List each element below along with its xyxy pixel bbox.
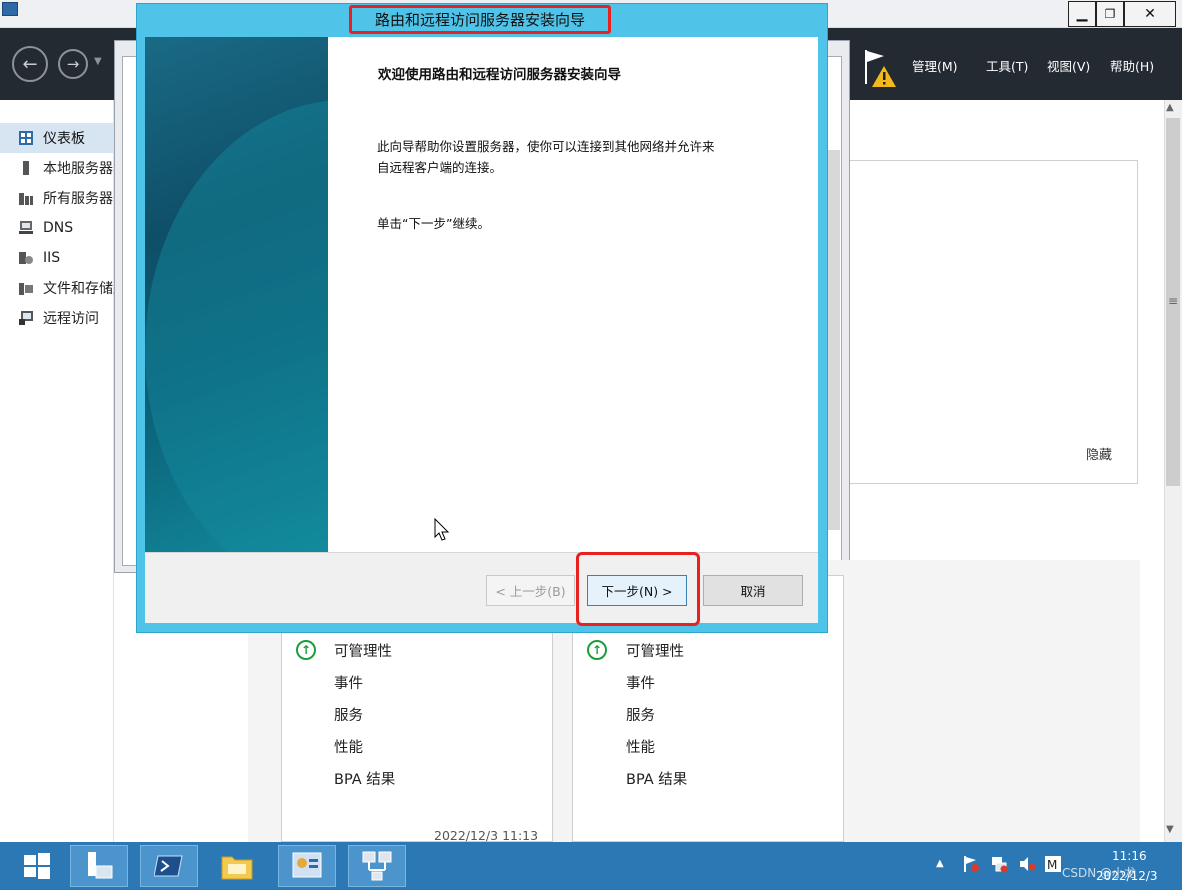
local-server-icon bbox=[23, 161, 29, 175]
svg-text:M: M bbox=[1047, 858, 1057, 872]
scroll-up-icon[interactable]: ▲ bbox=[1166, 102, 1174, 113]
taskbar-powershell[interactable] bbox=[140, 845, 198, 887]
sidebar-item-file-storage[interactable]: 文件和存储服务 bbox=[0, 273, 114, 303]
minimize-button[interactable]: ▁ bbox=[1068, 1, 1096, 27]
hide-welcome-link[interactable]: 隐藏 bbox=[1086, 444, 1112, 463]
tile-row-manageability[interactable]: 可管理性 bbox=[626, 640, 684, 661]
menu-view[interactable]: 视图(V) bbox=[1047, 56, 1090, 75]
forward-arrow-icon[interactable]: → bbox=[58, 49, 88, 79]
start-button[interactable] bbox=[8, 845, 66, 887]
tile-row-services[interactable]: 服务 bbox=[626, 704, 655, 725]
status-ok-icon: ↑ bbox=[587, 640, 607, 660]
scrollbar-grip-icon: ≡ bbox=[1168, 294, 1179, 308]
dns-icon bbox=[19, 221, 33, 234]
control-panel-icon bbox=[292, 852, 322, 878]
input-method-icon[interactable]: M bbox=[1044, 855, 1062, 873]
all-servers-icon bbox=[19, 193, 33, 205]
wizard-heading: 欢迎使用路由和远程访问服务器安装向导 bbox=[378, 67, 621, 83]
menu-help[interactable]: 帮助(H) bbox=[1110, 56, 1154, 75]
next-button-highlight bbox=[576, 552, 700, 626]
sidebar-item-all-servers[interactable]: 所有服务器 bbox=[0, 183, 114, 213]
sidebar-item-local-server[interactable]: 本地服务器 bbox=[0, 153, 114, 183]
sidebar-item-label: DNS bbox=[43, 220, 74, 236]
sidebar-item-iis[interactable]: IIS bbox=[0, 243, 114, 273]
tile-row-manageability[interactable]: 可管理性 bbox=[334, 640, 392, 661]
folder-icon bbox=[221, 856, 253, 880]
remote-access-icon bbox=[19, 311, 33, 325]
dialog-title: 路由和远程访问服务器安装向导 bbox=[349, 5, 611, 34]
tile-row-performance[interactable]: 性能 bbox=[626, 736, 655, 757]
tile-row-bpa-results[interactable]: BPA 结果 bbox=[626, 768, 687, 789]
status-ok-icon: ↑ bbox=[296, 640, 316, 660]
tile-timestamp: 2022/12/3 11:13 bbox=[434, 828, 539, 843]
taskbar-control-panel[interactable] bbox=[278, 845, 336, 887]
windows-logo-icon bbox=[24, 853, 50, 879]
dashboard-icon bbox=[19, 131, 33, 145]
action-center-flag-icon[interactable] bbox=[962, 855, 980, 873]
menu-manage[interactable]: 管理(M) bbox=[912, 56, 958, 75]
network-icon[interactable] bbox=[990, 855, 1008, 873]
back-arrow-icon[interactable]: ← bbox=[12, 46, 48, 82]
network-computers-icon bbox=[362, 851, 392, 881]
back-button[interactable]: < 上一步(B) bbox=[486, 575, 575, 606]
sidebar-item-dns[interactable]: DNS bbox=[0, 213, 114, 243]
menu-tools[interactable]: 工具(T) bbox=[986, 56, 1028, 75]
clock-date[interactable]: 2022/12/3 bbox=[1096, 869, 1158, 883]
sidebar-item-label: 远程访问 bbox=[43, 311, 99, 327]
tile-row-events[interactable]: 事件 bbox=[334, 672, 363, 693]
clock-time[interactable]: 11:16 bbox=[1112, 849, 1147, 863]
powershell-icon bbox=[154, 855, 183, 877]
sidebar-item-label: 仪表板 bbox=[43, 131, 85, 147]
taskbar-file-explorer[interactable] bbox=[208, 845, 266, 887]
taskbar-server-manager[interactable] bbox=[70, 845, 128, 887]
history-dropdown-icon[interactable]: ▼ bbox=[94, 56, 102, 67]
tile-row-performance[interactable]: 性能 bbox=[334, 736, 363, 757]
iis-icon bbox=[19, 252, 33, 264]
mouse-cursor-icon bbox=[434, 518, 450, 541]
maximize-button[interactable]: ❐ bbox=[1096, 1, 1124, 27]
tile-row-bpa-results[interactable]: BPA 结果 bbox=[334, 768, 395, 789]
file-storage-icon bbox=[19, 283, 33, 295]
sidebar-item-label: IIS bbox=[43, 250, 61, 266]
tile-row-events[interactable]: 事件 bbox=[626, 672, 655, 693]
cancel-button[interactable]: 取消 bbox=[703, 575, 803, 606]
tile-row-services[interactable]: 服务 bbox=[334, 704, 363, 725]
taskbar-routing-remote-access[interactable] bbox=[348, 845, 406, 887]
sidebar-item-remote-access[interactable]: 远程访问 bbox=[0, 303, 114, 333]
wizard-description-line2: 自远程客户端的连接。 bbox=[377, 160, 503, 175]
server-manager-app-icon bbox=[2, 2, 18, 16]
sidebar-item-label: 所有服务器 bbox=[43, 191, 113, 207]
wizard-continue-text: 单击“下一步”继续。 bbox=[377, 216, 490, 231]
wizard-description-line1: 此向导帮助你设置服务器，使你可以连接到其他网络并允许来 bbox=[377, 139, 715, 154]
close-button[interactable]: ✕ bbox=[1124, 1, 1176, 27]
notifications-flag-icon[interactable] bbox=[862, 48, 898, 88]
welcome-panel bbox=[848, 160, 1138, 484]
server-manager-icon bbox=[88, 852, 113, 879]
sidebar-item-label: 文件和存储服务 bbox=[43, 281, 114, 297]
show-hidden-icons-icon[interactable]: ▲ bbox=[936, 858, 944, 869]
volume-muted-icon[interactable] bbox=[1018, 855, 1036, 873]
sidebar-item-dashboard[interactable]: 仪表板 bbox=[0, 123, 114, 153]
sidebar-item-label: 本地服务器 bbox=[43, 161, 113, 177]
scroll-down-icon[interactable]: ▼ bbox=[1166, 824, 1174, 835]
